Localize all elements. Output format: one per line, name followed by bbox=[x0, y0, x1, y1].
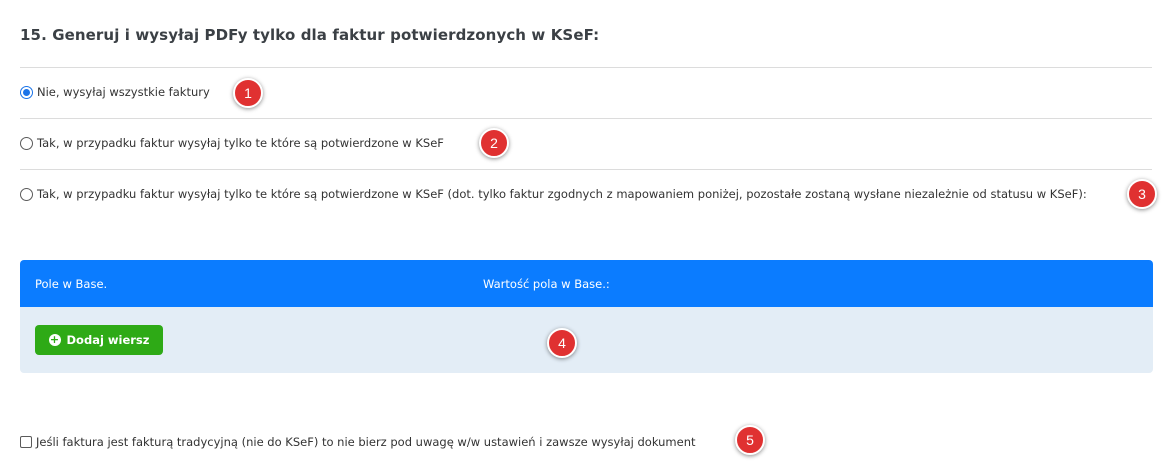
option-send-all[interactable]: Nie, wysyłaj wszystkie faktury bbox=[20, 85, 210, 99]
annotation-badge-4: 4 bbox=[547, 328, 577, 358]
mapping-table: Pole w Base. Wartość pola w Base.: + Dod… bbox=[20, 260, 1153, 373]
traditional-invoice-option[interactable]: Jeśli faktura jest fakturą tradycyjną (n… bbox=[20, 435, 696, 449]
radio-send-all[interactable] bbox=[20, 85, 33, 99]
table-body: + Dodaj wiersz bbox=[20, 307, 1153, 373]
divider bbox=[20, 169, 1152, 170]
divider bbox=[20, 118, 1152, 119]
plus-circle-icon: + bbox=[48, 333, 61, 346]
section-title: 15. Generuj i wysyłaj PDFy tylko dla fak… bbox=[20, 26, 600, 44]
add-row-label: Dodaj wiersz bbox=[66, 333, 150, 347]
option-only-confirmed-mapped[interactable]: Tak, w przypadku faktur wysyłaj tylko te… bbox=[20, 187, 1087, 201]
radio-only-confirmed-mapped[interactable] bbox=[20, 187, 33, 201]
traditional-invoice-checkbox[interactable] bbox=[20, 436, 32, 448]
annotation-badge-3: 3 bbox=[1127, 179, 1157, 209]
table-header: Pole w Base. Wartość pola w Base.: bbox=[20, 260, 1153, 307]
column-header-field: Pole w Base. bbox=[35, 277, 108, 291]
option-only-confirmed[interactable]: Tak, w przypadku faktur wysyłaj tylko te… bbox=[20, 136, 444, 150]
add-row-button[interactable]: + Dodaj wiersz bbox=[35, 325, 163, 355]
checkbox-label: Jeśli faktura jest fakturą tradycyjną (n… bbox=[36, 435, 696, 449]
radio-only-confirmed[interactable] bbox=[20, 136, 33, 150]
annotation-badge-2: 2 bbox=[479, 128, 509, 158]
annotation-badge-5: 5 bbox=[735, 425, 765, 455]
option-label: Tak, w przypadku faktur wysyłaj tylko te… bbox=[37, 136, 444, 150]
annotation-badge-1: 1 bbox=[233, 78, 263, 108]
option-label: Nie, wysyłaj wszystkie faktury bbox=[37, 85, 210, 99]
option-label: Tak, w przypadku faktur wysyłaj tylko te… bbox=[37, 187, 1087, 201]
column-header-value: Wartość pola w Base.: bbox=[483, 277, 610, 291]
divider bbox=[20, 67, 1152, 68]
